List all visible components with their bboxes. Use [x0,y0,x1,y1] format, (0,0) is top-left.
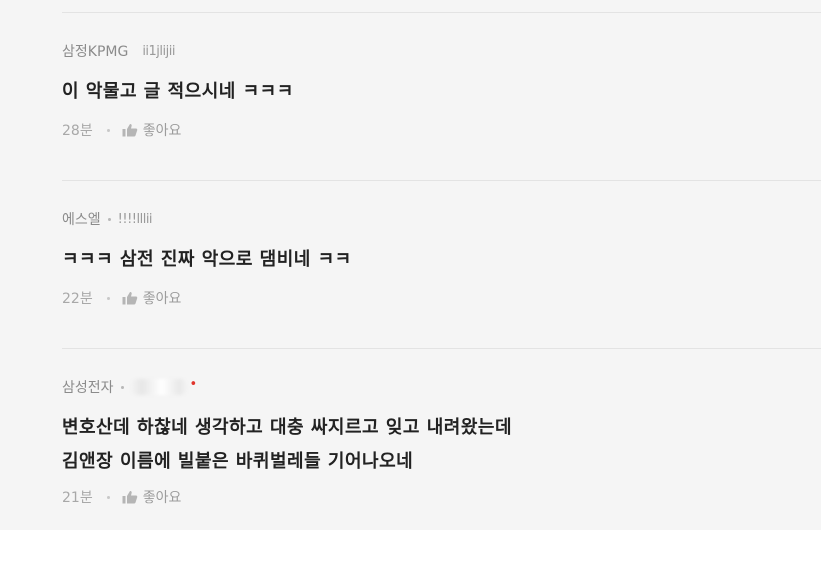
thumbs-up-icon [122,124,137,137]
like-label: 좋아요 [142,123,182,139]
like-button[interactable]: 좋아요 [122,288,182,308]
separator-dot [106,296,110,300]
comment-text: 이 악물고 글 적으시네 ㅋㅋㅋ [62,75,801,109]
divider [62,348,821,349]
separator-dot [106,495,110,499]
like-label: 좋아요 [142,490,182,506]
comment-item: 삼정KPMG ii1jlijii 이 악물고 글 적으시네 ㅋㅋㅋ 28분 좋아… [62,41,801,141]
divider [62,180,821,181]
thumbs-up-icon [122,292,137,305]
comment-footer: 28분 좋아요 [62,119,801,141]
blurred-nickname[interactable] [129,379,188,395]
like-button[interactable]: 좋아요 [122,120,182,140]
comment-text: 변호산데 하찮네 생각하고 대충 싸지르고 잊고 내려왔는데 김앤장 이름에 빌… [62,411,801,479]
separator-dot [120,385,124,389]
comment-item: 에스엘 !!!!lllii ㅋㅋㅋ 삼전 진짜 악으로 댐비네 ㅋㅋ 22분 좋… [62,209,801,309]
timestamp: 21분 [62,490,93,506]
company-name[interactable]: 삼정KPMG [62,41,128,61]
comment-text-line: ㅋㅋㅋ 삼전 진짜 악으로 댐비네 ㅋㅋ [62,249,352,270]
comment-footer: 22분 좋아요 [62,287,801,309]
like-label: 좋아요 [142,291,182,307]
like-button[interactable]: 좋아요 [122,487,182,507]
comment-text-line: 변호산데 하찮네 생각하고 대충 싸지르고 잊고 내려왔는데 [62,417,513,438]
separator-dot [106,128,110,132]
comment-text-line: 이 악물고 글 적으시네 ㅋㅋㅋ [62,81,294,102]
comment-footer: 21분 좋아요 [62,486,801,508]
author-badge: • [189,376,198,392]
comment-meta: 삼정KPMG ii1jlijii [62,41,801,61]
timestamp: 28분 [62,123,93,139]
nickname[interactable]: ii1jlijii [142,44,175,59]
comment-meta: 에스엘 !!!!lllii [62,209,801,229]
company-name[interactable]: 삼성전자 [62,377,114,397]
comment-text-line: 김앤장 이름에 빌붙은 바퀴벌레들 기어나오네 [62,451,414,472]
comment-text: ㅋㅋㅋ 삼전 진짜 악으로 댐비네 ㅋㅋ [62,243,801,277]
comment-meta: 삼성전자 • [62,377,801,397]
separator-dot [107,217,111,221]
comment-list: 삼정KPMG ii1jlijii 이 악물고 글 적으시네 ㅋㅋㅋ 28분 좋아… [0,0,821,530]
nickname[interactable]: !!!!lllii [118,212,153,227]
thumbs-up-icon [122,491,137,504]
timestamp: 22분 [62,291,93,307]
comment-item: 삼성전자 • 변호산데 하찮네 생각하고 대충 싸지르고 잊고 내려왔는데 김앤… [62,377,801,508]
divider [62,12,821,13]
company-name[interactable]: 에스엘 [62,209,101,229]
